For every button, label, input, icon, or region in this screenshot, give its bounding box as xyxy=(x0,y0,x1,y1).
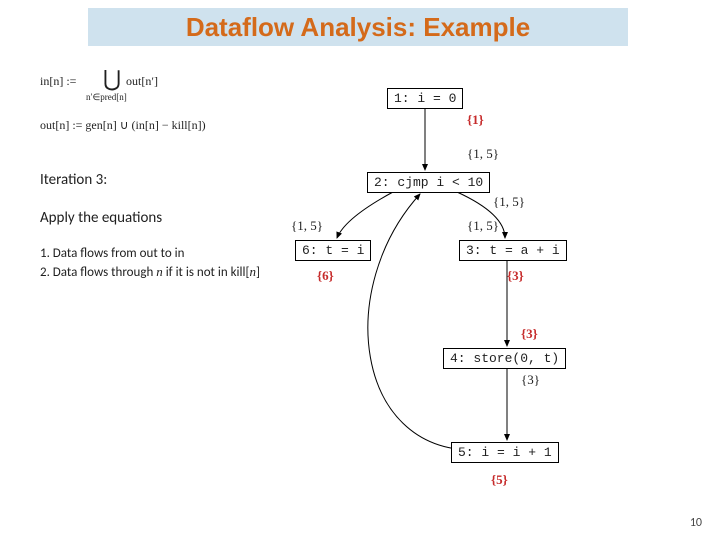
equation-in: in[n] := ⋃ out[n′] n′∈pred[n] xyxy=(40,70,265,100)
apply-label: Apply the equations xyxy=(40,209,265,227)
node-6: 6: t = i xyxy=(295,240,371,261)
equation-out: out[n] := gen[n] ∪ (in[n] − kill[n]) xyxy=(40,118,265,133)
set-out-5: {5} xyxy=(491,472,508,488)
equation-in-sub: n′∈pred[n] xyxy=(86,92,127,102)
step-1: 1. Data flows from out to in xyxy=(40,245,265,263)
step-list: 1. Data flows from out to in 2. Data flo… xyxy=(40,245,265,281)
set-after-1: {1} xyxy=(467,112,484,128)
set-in-3: {1, 5} xyxy=(467,218,499,234)
set-out-6: {6} xyxy=(317,268,334,284)
set-out-3: {3} xyxy=(507,268,524,284)
slide-title: Dataflow Analysis: Example xyxy=(88,8,628,46)
set-out-2: {1, 5} xyxy=(493,194,525,210)
slide-title-band: Dataflow Analysis: Example xyxy=(88,8,628,46)
set-in-6: {1, 5} xyxy=(291,218,323,234)
node-4: 4: store(0, t) xyxy=(443,348,566,369)
set-out-4: {3} xyxy=(521,372,540,388)
node-2: 2: cjmp i < 10 xyxy=(367,172,490,193)
set-in-2: {1, 5} xyxy=(467,146,499,162)
node-1: 1: i = 0 xyxy=(387,88,463,109)
flow-diagram: 1: i = 0 2: cjmp i < 10 6: t = i 3: t = … xyxy=(275,88,685,518)
iteration-label: Iteration 3: xyxy=(40,171,265,189)
page-number: 10 xyxy=(690,516,702,530)
set-in-4: {3} xyxy=(521,326,538,342)
left-column: in[n] := ⋃ out[n′] n′∈pred[n] out[n] := … xyxy=(40,70,265,281)
step-2: 2. Data flows through n if it is not in … xyxy=(40,263,265,282)
node-3: 3: t = a + i xyxy=(459,240,567,261)
node-5: 5: i = i + 1 xyxy=(451,442,559,463)
